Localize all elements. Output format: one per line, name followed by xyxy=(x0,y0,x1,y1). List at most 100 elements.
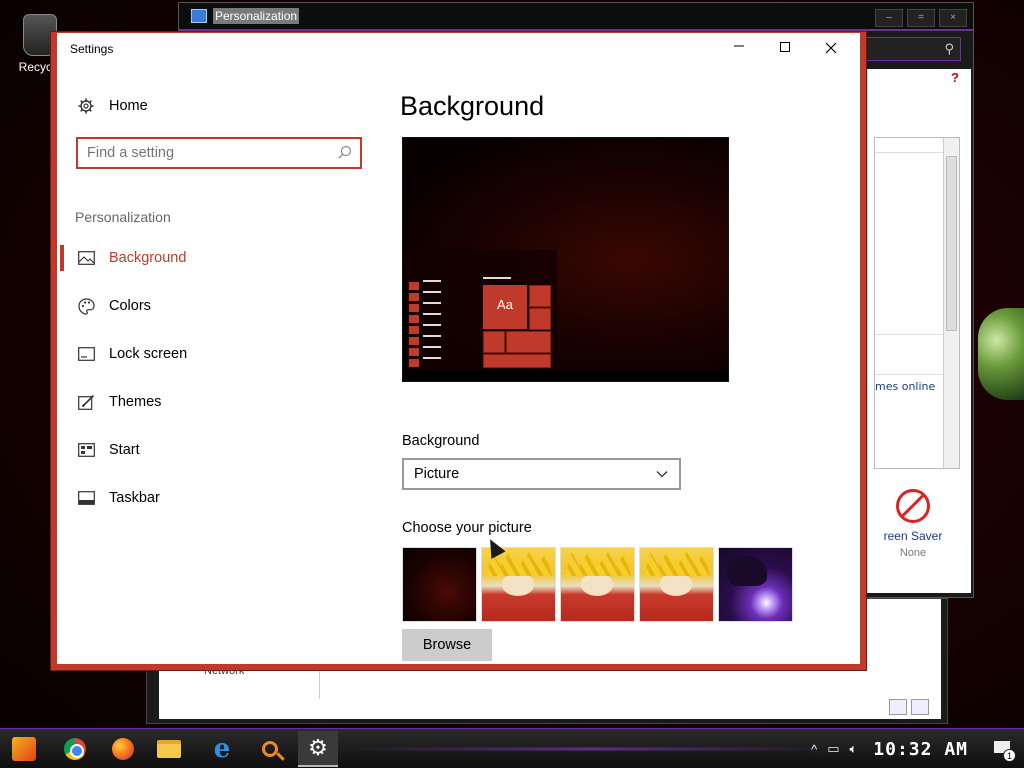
control-panel-search-input[interactable]: ⚲ xyxy=(851,37,961,61)
personalization-window-controls: – = × xyxy=(875,9,967,27)
internet-explorer-icon: e xyxy=(213,734,231,764)
taskbar-icon xyxy=(77,489,95,507)
personalization-content: ? mes online reen Saver None xyxy=(867,69,971,593)
help-icon[interactable]: ? xyxy=(951,71,965,85)
preview-group-header xyxy=(483,277,511,279)
settings-close-button[interactable] xyxy=(808,33,854,65)
picture-icon xyxy=(77,249,95,267)
chevron-down-icon xyxy=(655,467,669,485)
maximize-icon xyxy=(780,42,790,52)
gear-icon: ⚙ xyxy=(308,735,328,760)
picture-thumbnail[interactable] xyxy=(402,547,477,622)
gear-icon xyxy=(77,97,95,115)
preview-tile xyxy=(529,285,551,307)
clock[interactable]: 10:32 AM xyxy=(873,739,968,760)
nav-home-label: Home xyxy=(109,98,148,114)
start-button[interactable] xyxy=(4,731,44,767)
panel-divider xyxy=(875,374,945,375)
preview-start-menu: Aa xyxy=(407,250,557,370)
choose-picture-label: Choose your picture xyxy=(402,520,532,536)
taskbar-chrome[interactable] xyxy=(55,731,95,767)
search-input[interactable] xyxy=(78,139,328,167)
settings-maximize-button[interactable] xyxy=(762,33,808,65)
personalization-title: Personalization xyxy=(213,8,300,24)
lock-screen-icon xyxy=(77,345,95,363)
taskbar-firefox[interactable] xyxy=(103,731,143,767)
settings-window-title: Settings xyxy=(70,42,114,56)
preview-app-list-tiles xyxy=(409,282,419,370)
browse-button[interactable]: Browse xyxy=(402,629,492,661)
tiles-view-icon[interactable] xyxy=(911,699,929,715)
personalization-minimize-button[interactable]: – xyxy=(875,9,903,27)
desktop-character-decoration xyxy=(978,308,1024,400)
notification-count: 1 xyxy=(1003,749,1016,762)
details-view-icon[interactable] xyxy=(889,699,907,715)
page-title: Background xyxy=(400,91,545,121)
sidebar-item-label: Themes xyxy=(109,394,162,410)
view-toggle xyxy=(889,699,929,715)
taskbar-settings[interactable]: ⚙ xyxy=(298,731,338,767)
sidebar-item-themes[interactable]: Themes xyxy=(60,382,360,422)
chevron-up-icon[interactable]: ^ xyxy=(811,742,817,757)
folder-icon xyxy=(157,740,181,758)
minimize-icon xyxy=(734,45,744,47)
background-type-label: Background xyxy=(402,433,480,449)
background-preview: Aa xyxy=(402,137,729,382)
volume-icon[interactable]: 🔈︎ xyxy=(849,741,857,757)
screen-saver-item[interactable]: reen Saver None xyxy=(868,489,958,559)
screen-saver-value: None xyxy=(899,547,927,559)
sidebar-item-colors[interactable]: Colors xyxy=(60,286,360,326)
palette-icon xyxy=(77,297,95,315)
start-icon xyxy=(77,441,95,459)
close-icon xyxy=(825,42,837,54)
picture-thumbnail[interactable] xyxy=(639,547,714,622)
preview-accent-tile: Aa xyxy=(483,285,527,329)
preview-taskbar xyxy=(403,371,728,381)
system-tray: ^ ▭ 🔈︎ 10:32 AM 1 xyxy=(811,729,1024,768)
themes-icon xyxy=(77,393,95,411)
settings-window: Settings Home Personalization Background xyxy=(51,32,866,670)
picture-thumbnail[interactable] xyxy=(718,547,793,622)
personalization-close-button[interactable]: × xyxy=(939,9,967,27)
background-type-value: Picture xyxy=(414,466,460,482)
start-icon xyxy=(12,737,36,761)
firefox-icon xyxy=(112,738,134,760)
sidebar-item-label: Start xyxy=(109,442,140,458)
nav-home[interactable]: Home xyxy=(77,97,148,115)
network-icon[interactable]: ▭ xyxy=(827,741,839,757)
themes-panel: mes online xyxy=(874,137,960,469)
settings-minimize-button[interactable] xyxy=(716,33,762,65)
sidebar-item-lock-screen[interactable]: Lock screen xyxy=(60,334,360,374)
screen-saver-none-icon xyxy=(896,489,930,523)
sidebar-item-label: Taskbar xyxy=(109,490,160,506)
scrollbar-thumb[interactable] xyxy=(946,156,957,331)
sidebar-item-background[interactable]: Background xyxy=(60,238,360,278)
find-setting-search[interactable] xyxy=(76,137,362,169)
preview-app-list-lines xyxy=(423,280,441,368)
background-type-dropdown[interactable]: Picture xyxy=(402,458,681,490)
preview-tile xyxy=(483,354,551,368)
taskbar: e ⚙ ^ ▭ 🔈︎ 10:32 AM 1 xyxy=(0,728,1024,768)
search-icon xyxy=(262,741,278,757)
action-center-button[interactable]: 1 xyxy=(992,738,1016,762)
themes-scrollbar[interactable] xyxy=(943,138,959,468)
nav-group-label: Personalization xyxy=(75,209,171,225)
search-icon[interactable] xyxy=(338,145,352,164)
sidebar-item-start[interactable]: Start xyxy=(60,430,360,470)
taskbar-internet-explorer[interactable]: e xyxy=(202,731,242,767)
taskbar-file-explorer[interactable] xyxy=(149,731,189,767)
preview-tile xyxy=(529,308,551,330)
taskbar-search[interactable] xyxy=(250,731,290,767)
personalization-titlebar[interactable]: Personalization xyxy=(179,3,973,31)
personalization-maximize-button[interactable]: = xyxy=(907,9,935,27)
picture-thumbnail[interactable] xyxy=(560,547,635,622)
taskbar-decoration xyxy=(350,741,830,757)
panel-divider xyxy=(875,152,945,153)
get-more-themes-link[interactable]: mes online xyxy=(875,380,945,393)
sidebar-item-label: Lock screen xyxy=(109,346,188,362)
settings-titlebar[interactable]: Settings xyxy=(57,33,860,65)
sidebar-item-label: Background xyxy=(109,250,187,266)
sidebar-item-label: Colors xyxy=(109,298,151,314)
sidebar-item-taskbar[interactable]: Taskbar xyxy=(60,478,360,518)
search-icon: ⚲ xyxy=(944,41,954,56)
